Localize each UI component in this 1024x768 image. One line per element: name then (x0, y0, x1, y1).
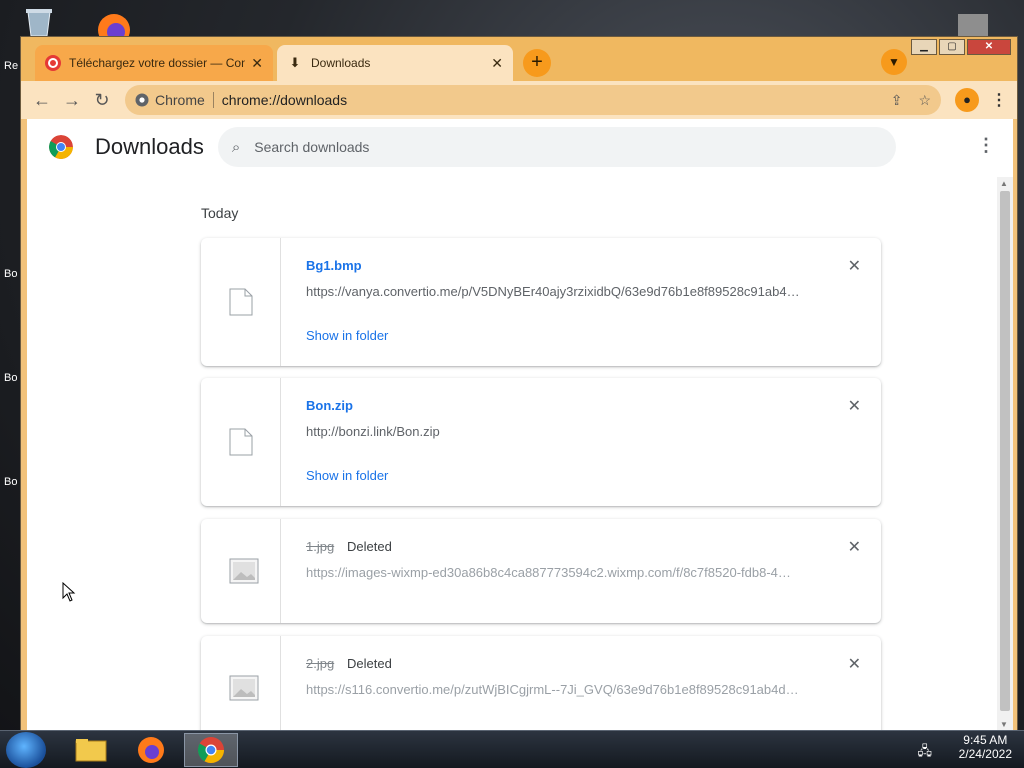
file-url[interactable]: https://vanya.convertio.me/p/V5DNyBEr40a… (306, 284, 806, 299)
download-icon: ⬇ (289, 55, 301, 70)
file-icon-column (201, 378, 281, 506)
minimize-button[interactable]: ▁ (911, 39, 937, 55)
image-file-icon (229, 675, 259, 701)
omnibox-separator (212, 92, 214, 108)
section-date: Today (201, 205, 239, 221)
file-name-link[interactable]: Bg1.bmp (306, 258, 362, 273)
browser-window: Téléchargez votre dossier — Con ✕ ⬇ Down… (20, 36, 1018, 732)
share-icon[interactable]: ⇪ (891, 92, 903, 109)
bookmark-star-icon[interactable]: ☆ (918, 92, 931, 109)
scrollbar-thumb[interactable] (1000, 191, 1010, 711)
file-icon-column (201, 238, 281, 366)
window-controls: ▁ ▢ ✕ (909, 39, 1011, 55)
download-item: 2.jpg Deleted https://s116.convertio.me/… (201, 636, 881, 731)
file-name-deleted: 2.jpg (306, 656, 335, 671)
maximize-button[interactable]: ▢ (939, 39, 965, 55)
address-bar[interactable]: Chrome chrome://downloads ⇪ ☆ (125, 85, 941, 115)
url-text[interactable]: chrome://downloads (222, 92, 875, 108)
desktop-icon-label: Bo (4, 268, 18, 280)
remove-close-icon[interactable]: ✕ (848, 256, 861, 276)
back-arrow-icon[interactable]: ← (27, 85, 57, 115)
file-icon (229, 428, 253, 456)
image-file-icon (229, 558, 259, 584)
reload-icon[interactable]: ↻ (87, 85, 117, 115)
start-button-windows-icon[interactable] (6, 732, 46, 768)
search-icon: ⌕ (231, 138, 241, 156)
taskbar-chrome-icon[interactable] (184, 733, 238, 767)
downloads-page: Downloads ⌕ Search downloads ⋮ Today Bg1… (27, 119, 1013, 731)
show-in-folder-link[interactable]: Show in folder (306, 468, 388, 483)
file-name-link[interactable]: Bon.zip (306, 398, 353, 413)
download-item: 1.jpg Deleted https://images-wixmp-ed30a… (201, 519, 881, 623)
convertio-favicon-icon (45, 55, 61, 71)
file-url[interactable]: http://bonzi.link/Bon.zip (306, 424, 806, 439)
taskbar-file-explorer-icon[interactable] (64, 733, 118, 767)
taskbar-firefox-icon[interactable] (124, 733, 178, 767)
tab-close-icon[interactable]: ✕ (251, 55, 263, 72)
clock-time: 9:45 AM (963, 733, 1008, 747)
download-item: Bg1.bmp https://vanya.convertio.me/p/V5D… (201, 238, 881, 366)
network-icon[interactable]: 🖧 (918, 742, 933, 764)
remove-close-icon[interactable]: ✕ (848, 654, 861, 674)
tab-strip: Téléchargez votre dossier — Con ✕ ⬇ Down… (21, 37, 1017, 81)
remove-close-icon[interactable]: ✕ (848, 396, 861, 416)
search-downloads-input[interactable]: ⌕ Search downloads (217, 127, 896, 167)
taskbar: 🖧 9:45 AM 2/24/2022 (0, 730, 1024, 768)
downloads-header: Downloads ⌕ Search downloads (27, 119, 1013, 175)
tab-search-chevron-down-icon[interactable]: ▼ (881, 49, 907, 75)
site-label: Chrome (155, 92, 205, 108)
close-window-button[interactable]: ✕ (967, 39, 1011, 55)
tab-title: Downloads (311, 56, 371, 70)
mouse-cursor-icon (62, 582, 76, 602)
show-in-folder-link[interactable]: Show in folder (306, 328, 388, 343)
tab-close-icon[interactable]: ✕ (491, 55, 503, 72)
desktop-icon-label: Bo (4, 476, 18, 488)
desktop-icon-label: Bo (4, 372, 18, 384)
tab-downloads[interactable]: ⬇ Downloads ✕ (277, 45, 513, 81)
tab-convertio[interactable]: Téléchargez votre dossier — Con ✕ (35, 45, 273, 81)
browser-toolbar: ← → ↻ Chrome chrome://downloads ⇪ ☆ ● ⋮ (21, 81, 1017, 119)
downloads-menu-icon[interactable]: ⋮ (977, 135, 995, 156)
forward-arrow-icon[interactable]: → (57, 85, 87, 115)
download-item: Bon.zip http://bonzi.link/Bon.zip Show i… (201, 378, 881, 506)
file-url[interactable]: https://s116.convertio.me/p/zutWjBICgjrm… (306, 682, 806, 697)
status-label: Deleted (347, 539, 392, 554)
file-name-deleted: 1.jpg (306, 539, 335, 554)
scroll-down-arrow-icon[interactable]: ▼ (1000, 720, 1008, 729)
chrome-logo-icon (49, 135, 73, 159)
chrome-site-icon (135, 93, 149, 107)
file-icon-column (201, 636, 281, 731)
file-icon-column (201, 519, 281, 623)
new-tab-button[interactable]: + (523, 49, 551, 77)
remove-close-icon[interactable]: ✕ (848, 537, 861, 557)
desktop-icon-label: Re (4, 60, 19, 72)
file-url[interactable]: https://images-wixmp-ed30a86b8c4ca887773… (306, 565, 806, 580)
search-placeholder: Search downloads (254, 139, 370, 155)
page-title: Downloads (95, 134, 204, 159)
clock-date: 2/24/2022 (958, 747, 1012, 761)
browser-menu-icon[interactable]: ⋮ (987, 90, 1011, 110)
profile-avatar-icon[interactable]: ● (955, 88, 979, 112)
vertical-scrollbar[interactable]: ▲ ▼ (997, 177, 1013, 731)
file-icon (229, 288, 253, 316)
scroll-up-arrow-icon[interactable]: ▲ (1000, 179, 1008, 188)
status-label: Deleted (347, 656, 392, 671)
system-clock[interactable]: 9:45 AM 2/24/2022 (959, 733, 1012, 761)
tab-title: Téléchargez votre dossier — Con (69, 56, 246, 70)
